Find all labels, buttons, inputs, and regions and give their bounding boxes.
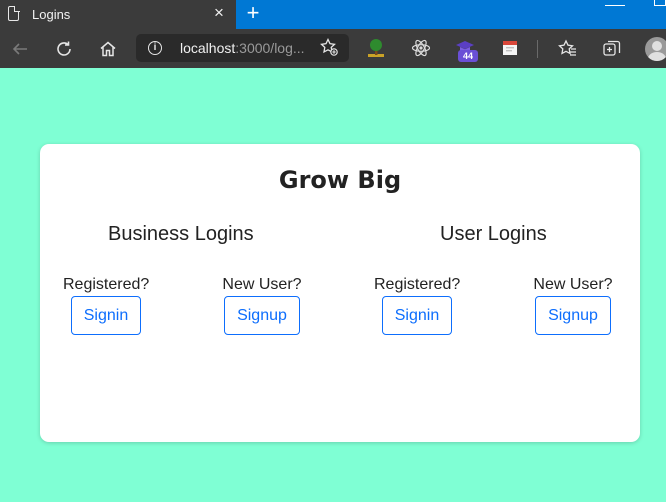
home-icon[interactable] xyxy=(96,37,120,61)
business-new-user-label: New User? xyxy=(222,276,302,293)
calendar-extension-icon[interactable] xyxy=(500,38,520,58)
address-bar[interactable]: i localhost:3000/log... xyxy=(136,34,349,62)
user-signin-button[interactable]: Signin xyxy=(382,296,452,335)
url-host: localhost xyxy=(180,40,236,56)
url-path: :3000/log... xyxy=(235,40,305,56)
tree-extension-icon[interactable] xyxy=(366,38,386,58)
user-new-user-label: New User? xyxy=(533,276,613,293)
url-text[interactable]: localhost:3000/log... xyxy=(180,40,305,56)
minimize-button[interactable] xyxy=(605,0,625,6)
page-title: Grow Big xyxy=(278,166,402,194)
tab-title: Logins xyxy=(32,7,71,22)
user-signup-button[interactable]: Signup xyxy=(535,296,611,335)
extension-badge: 44 xyxy=(458,50,478,62)
tab-strip: Logins × + xyxy=(0,0,666,29)
react-extension-icon[interactable] xyxy=(411,38,431,58)
login-card: Grow Big Business Logins Registered? Sig… xyxy=(40,144,640,442)
collections-icon[interactable] xyxy=(600,37,624,61)
browser-tab-logins[interactable]: Logins × xyxy=(0,0,236,29)
user-registered-label: Registered? xyxy=(374,276,461,293)
profile-avatar-icon[interactable] xyxy=(645,37,666,61)
back-arrow-icon[interactable] xyxy=(8,37,32,61)
business-registered-label: Registered? xyxy=(63,276,150,293)
page-icon xyxy=(8,5,20,21)
business-signup-button[interactable]: Signup xyxy=(224,296,300,335)
business-signin-button[interactable]: Signin xyxy=(71,296,141,335)
add-favorite-icon[interactable] xyxy=(319,37,339,58)
close-tab-icon[interactable]: × xyxy=(211,4,227,22)
toolbar-divider xyxy=(537,40,538,58)
business-logins-heading: Business Logins xyxy=(108,223,254,245)
browser-toolbar: i localhost:3000/log... 44 xyxy=(0,29,666,68)
info-icon[interactable]: i xyxy=(148,41,162,55)
favorites-icon[interactable] xyxy=(556,37,580,61)
new-tab-button[interactable]: + xyxy=(243,1,263,25)
reload-icon[interactable] xyxy=(52,37,76,61)
restore-button[interactable] xyxy=(654,0,666,6)
user-logins-heading: User Logins xyxy=(440,223,547,245)
